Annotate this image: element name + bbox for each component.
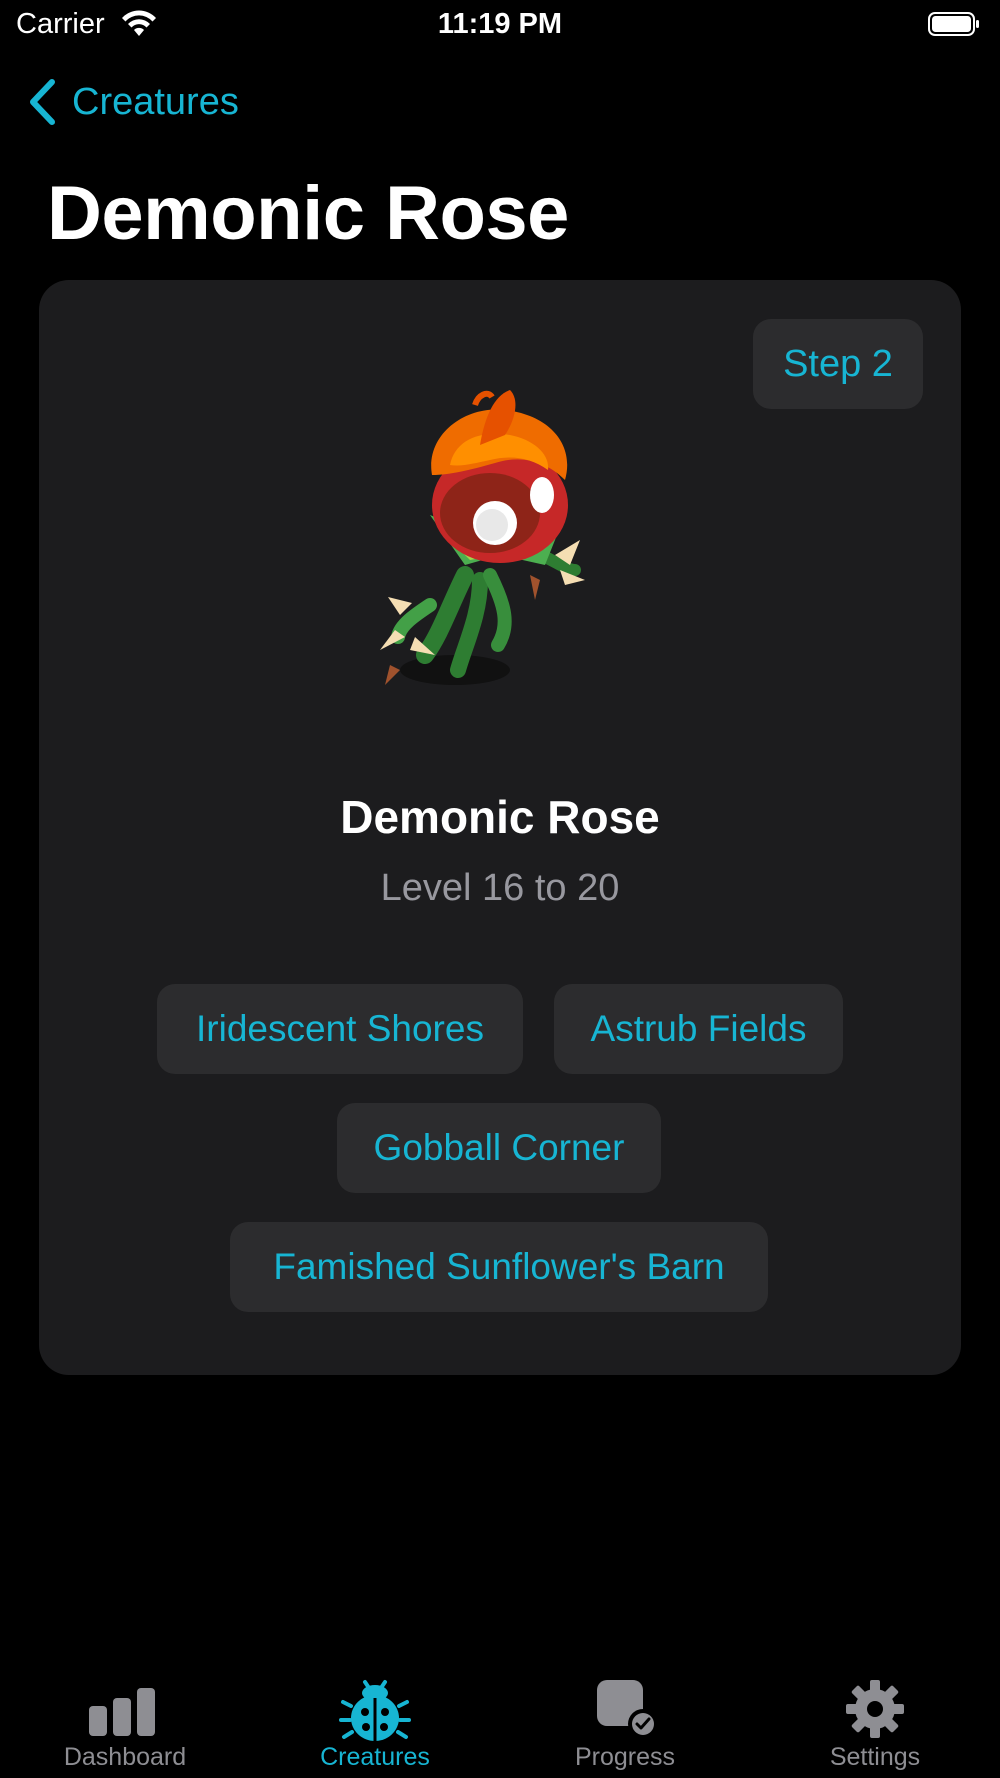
chevron-left-icon (30, 79, 55, 125)
tab-label: Progress (574, 1743, 676, 1771)
back-button[interactable]: Creatures (28, 70, 239, 134)
tab-label: Dashboard (63, 1743, 187, 1771)
tab-settings[interactable]: Settings (750, 1650, 1000, 1778)
tab-label: Settings (829, 1743, 921, 1771)
tab-creatures[interactable]: Creatures (250, 1650, 500, 1778)
creature-image (380, 390, 585, 685)
tab-dashboard[interactable]: Dashboard (0, 1650, 250, 1778)
area-chip-astrub-fields[interactable]: Astrub Fields (554, 984, 843, 1074)
ladybug-icon (339, 1680, 411, 1741)
badge-check-icon (597, 1680, 658, 1739)
creature-name: Demonic Rose (340, 791, 660, 843)
battery-icon (928, 12, 979, 36)
tab-label: Creatures (320, 1743, 430, 1771)
creature-level: Level 16 to 20 (380, 867, 620, 909)
creature-card: Step 2 Demonic Rose Level 16 to 20 Iride… (39, 280, 961, 1375)
step-badge[interactable]: Step 2 (753, 319, 923, 409)
area-chip-gobball-corner[interactable]: Gobball Corner (337, 1103, 661, 1193)
tab-bar: Dashboard Creatures Progress Settings (0, 1650, 1000, 1778)
area-chip-iridescent-shores[interactable]: Iridescent Shores (157, 984, 523, 1074)
status-bar: Carrier 11:19 PM (0, 0, 1000, 52)
gear-icon (846, 1680, 904, 1738)
chart-bar-icon (89, 1688, 155, 1736)
back-label: Creatures (72, 80, 239, 123)
area-chip-famished-sunflowers-barn[interactable]: Famished Sunflower's Barn (230, 1222, 768, 1312)
status-time: 11:19 PM (437, 8, 563, 40)
tab-progress[interactable]: Progress (500, 1650, 750, 1778)
page-title: Demonic Rose (47, 171, 569, 256)
